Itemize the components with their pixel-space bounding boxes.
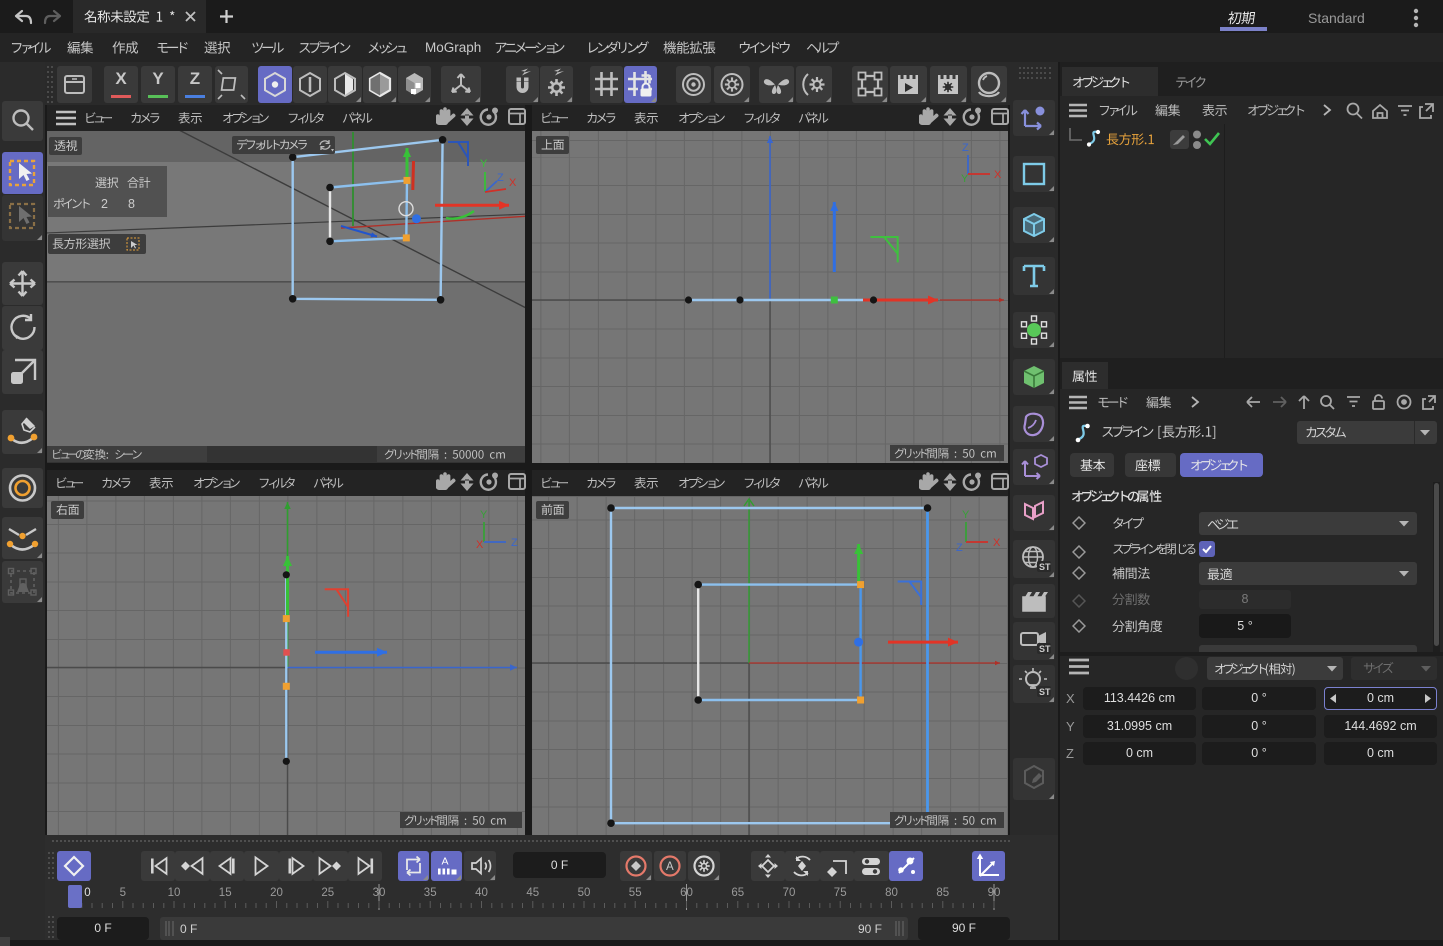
svg-text:40: 40 — [475, 887, 488, 899]
svg-text:0: 0 — [84, 887, 90, 899]
svg-text:70: 70 — [783, 887, 796, 899]
svg-text:55: 55 — [629, 887, 642, 899]
svg-text:15: 15 — [219, 887, 232, 899]
svg-text:25: 25 — [321, 887, 334, 899]
svg-text:20: 20 — [270, 887, 283, 899]
svg-text:50: 50 — [578, 887, 591, 899]
svg-text:85: 85 — [936, 887, 949, 899]
svg-text:10: 10 — [168, 887, 181, 899]
svg-text:5: 5 — [120, 887, 126, 899]
svg-text:35: 35 — [424, 887, 437, 899]
svg-text:45: 45 — [526, 887, 539, 899]
svg-text:80: 80 — [885, 887, 898, 899]
svg-text:75: 75 — [834, 887, 847, 899]
svg-text:65: 65 — [731, 887, 744, 899]
